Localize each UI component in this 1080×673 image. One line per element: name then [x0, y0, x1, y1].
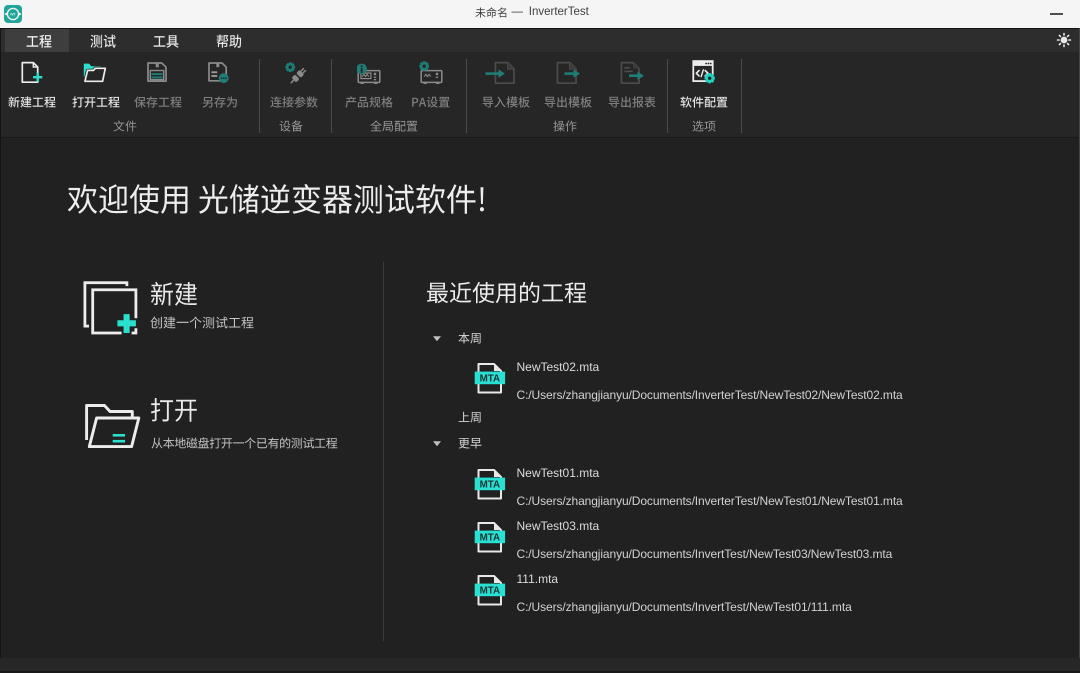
svg-text:MTA: MTA: [480, 586, 501, 597]
svg-text:MTA: MTA: [480, 374, 501, 385]
svg-text:MTA: MTA: [480, 480, 501, 491]
svg-text:IVT: IVT: [11, 13, 16, 17]
svg-text:MTA: MTA: [480, 533, 501, 544]
